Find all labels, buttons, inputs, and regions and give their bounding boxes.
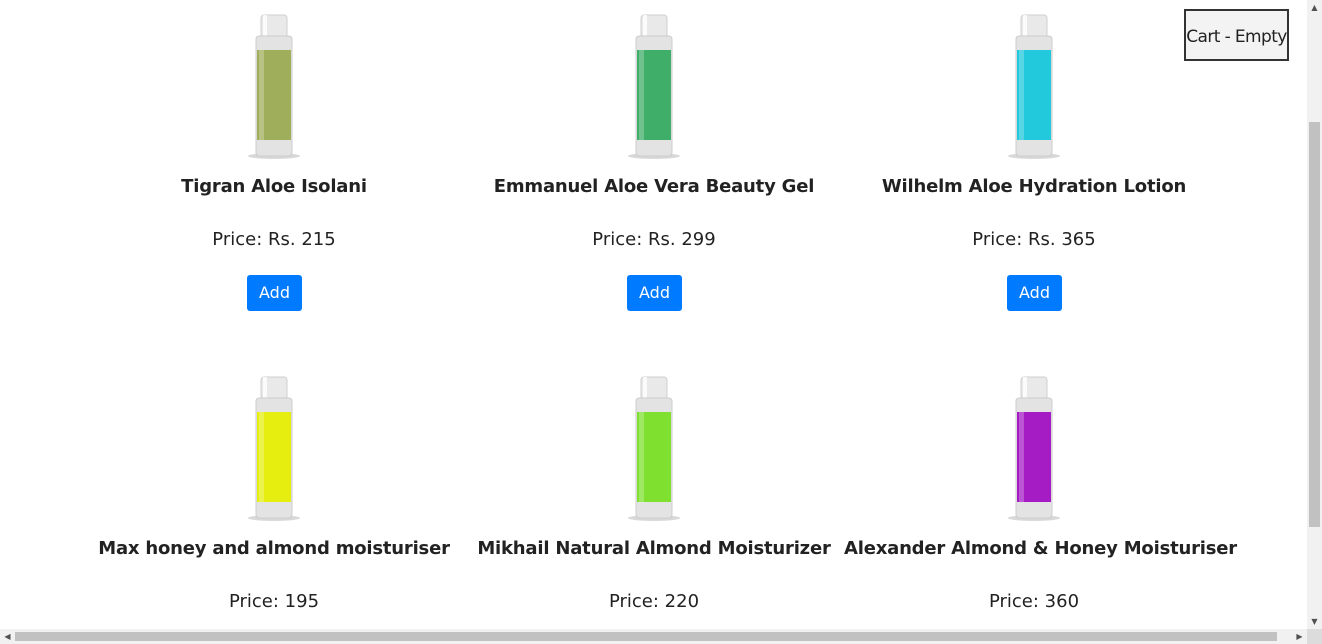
product-price: Price: Rs. 365 bbox=[972, 229, 1096, 250]
scroll-up-icon[interactable]: ▲ bbox=[1307, 0, 1322, 15]
vertical-scroll-thumb[interactable] bbox=[1309, 122, 1320, 527]
product-card: Tigran Aloe Isolani Price: Rs. 215 Add bbox=[84, 0, 464, 330]
product-card: Wilhelm Aloe Hydration Lotion Price: Rs.… bbox=[844, 0, 1224, 330]
scroll-left-icon[interactable]: ◀ bbox=[0, 629, 15, 644]
product-price: Price: 195 bbox=[228, 591, 320, 612]
product-name: Wilhelm Aloe Hydration Lotion bbox=[881, 176, 1187, 197]
scroll-right-icon[interactable]: ▶ bbox=[1292, 629, 1307, 644]
product-price: Price: 220 bbox=[608, 591, 700, 612]
bottle-icon bbox=[248, 14, 300, 159]
bottle-icon bbox=[628, 376, 680, 521]
add-to-cart-button[interactable]: Add bbox=[1007, 275, 1062, 311]
bottle-icon bbox=[1008, 14, 1060, 159]
product-name: Emmanuel Aloe Vera Beauty Gel bbox=[493, 176, 815, 197]
add-to-cart-button[interactable]: Add bbox=[627, 275, 682, 311]
product-card: Max honey and almond moisturiser Price: … bbox=[84, 362, 464, 629]
product-name: Tigran Aloe Isolani bbox=[181, 176, 367, 197]
bottle-icon bbox=[628, 14, 680, 159]
bottle-icon bbox=[1008, 376, 1060, 521]
product-card: Alexander Almond & Honey Moisturiser Pri… bbox=[844, 362, 1237, 629]
scroll-down-icon[interactable]: ▼ bbox=[1307, 614, 1322, 629]
product-name: Alexander Almond & Honey Moisturiser bbox=[844, 538, 1237, 559]
bottle-icon bbox=[248, 376, 300, 521]
scrollbar-corner bbox=[1307, 629, 1322, 644]
product-card: Emmanuel Aloe Vera Beauty Gel Price: Rs.… bbox=[464, 0, 844, 330]
product-card: Mikhail Natural Almond Moisturizer Price… bbox=[464, 362, 844, 629]
product-price: Price: Rs. 215 bbox=[212, 229, 336, 250]
horizontal-scrollbar[interactable]: ◀ ▶ bbox=[0, 629, 1307, 644]
product-price: Price: 360 bbox=[988, 591, 1080, 612]
product-name: Mikhail Natural Almond Moisturizer bbox=[477, 538, 831, 559]
product-page: Tigran Aloe Isolani Price: Rs. 215 Add E… bbox=[0, 0, 1307, 629]
cart-button[interactable]: Cart - Empty bbox=[1184, 9, 1289, 61]
add-to-cart-button[interactable]: Add bbox=[247, 275, 302, 311]
product-price: Price: Rs. 299 bbox=[592, 229, 716, 250]
horizontal-scroll-thumb[interactable] bbox=[15, 632, 1277, 641]
vertical-scrollbar[interactable]: ▲ ▼ bbox=[1307, 0, 1322, 629]
product-name: Max honey and almond moisturiser bbox=[98, 538, 450, 559]
